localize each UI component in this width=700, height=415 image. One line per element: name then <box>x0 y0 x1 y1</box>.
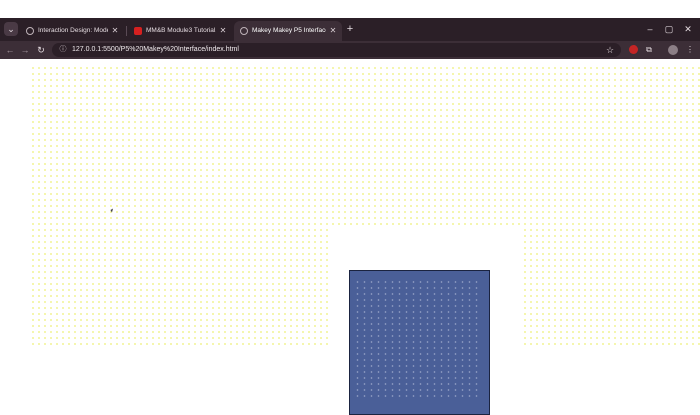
extension-record-icon[interactable] <box>627 44 639 56</box>
profile-avatar[interactable] <box>667 44 679 56</box>
tab-title: MM&B Module3 Tutorial1 - Yo <box>146 27 216 34</box>
tab-title: Interaction Design: Modelling <box>38 27 108 34</box>
p5-blue-square[interactable] <box>349 270 490 415</box>
tab-mmb-module[interactable]: MM&B Module3 Tutorial1 - Yo ✕ <box>128 21 232 41</box>
address-bar[interactable]: ⓘ 127.0.0.1:5500/P5%20Makey%20Interface/… <box>52 43 621 57</box>
url-text[interactable]: 127.0.0.1:5500/P5%20Makey%20Interface/in… <box>72 43 239 57</box>
maximize-button[interactable]: ▢ <box>661 22 677 36</box>
tab-interaction-design[interactable]: Interaction Design: Modelling ✕ <box>20 21 124 41</box>
browser-toolbar: ← → ↻ ⓘ 127.0.0.1:5500/P5%20Makey%20Inte… <box>0 41 700 59</box>
bookmark-star-icon[interactable]: ☆ <box>605 43 615 57</box>
page-viewport <box>0 59 700 415</box>
site-info-icon[interactable]: ⓘ <box>58 43 68 57</box>
reload-button[interactable]: ↻ <box>35 43 47 57</box>
square-speckle <box>354 279 480 399</box>
close-window-button[interactable]: ✕ <box>680 22 696 36</box>
close-icon[interactable]: ✕ <box>328 21 338 41</box>
close-icon[interactable]: ✕ <box>110 21 120 41</box>
tab-makey-makey[interactable]: Makey Makey P5 Interface ✕ <box>234 21 342 41</box>
close-icon[interactable]: ✕ <box>218 21 228 41</box>
tab-title: Makey Makey P5 Interface <box>252 27 326 34</box>
back-button[interactable]: ← <box>4 43 16 57</box>
minimize-button[interactable]: – <box>642 22 658 36</box>
youtube-icon <box>134 27 142 35</box>
tab-separator <box>126 26 127 36</box>
globe-icon <box>26 27 34 35</box>
new-tab-button[interactable]: + <box>344 22 356 36</box>
tab-strip: ⌄ Interaction Design: Modelling ✕ MM&B M… <box>0 18 700 41</box>
extensions-puzzle-icon[interactable]: ⧉ <box>643 44 655 56</box>
forward-button[interactable]: → <box>19 43 31 57</box>
globe-icon <box>240 27 248 35</box>
tab-search-button[interactable]: ⌄ <box>4 22 18 36</box>
menu-kebab-icon[interactable]: ⋮ <box>684 44 696 56</box>
